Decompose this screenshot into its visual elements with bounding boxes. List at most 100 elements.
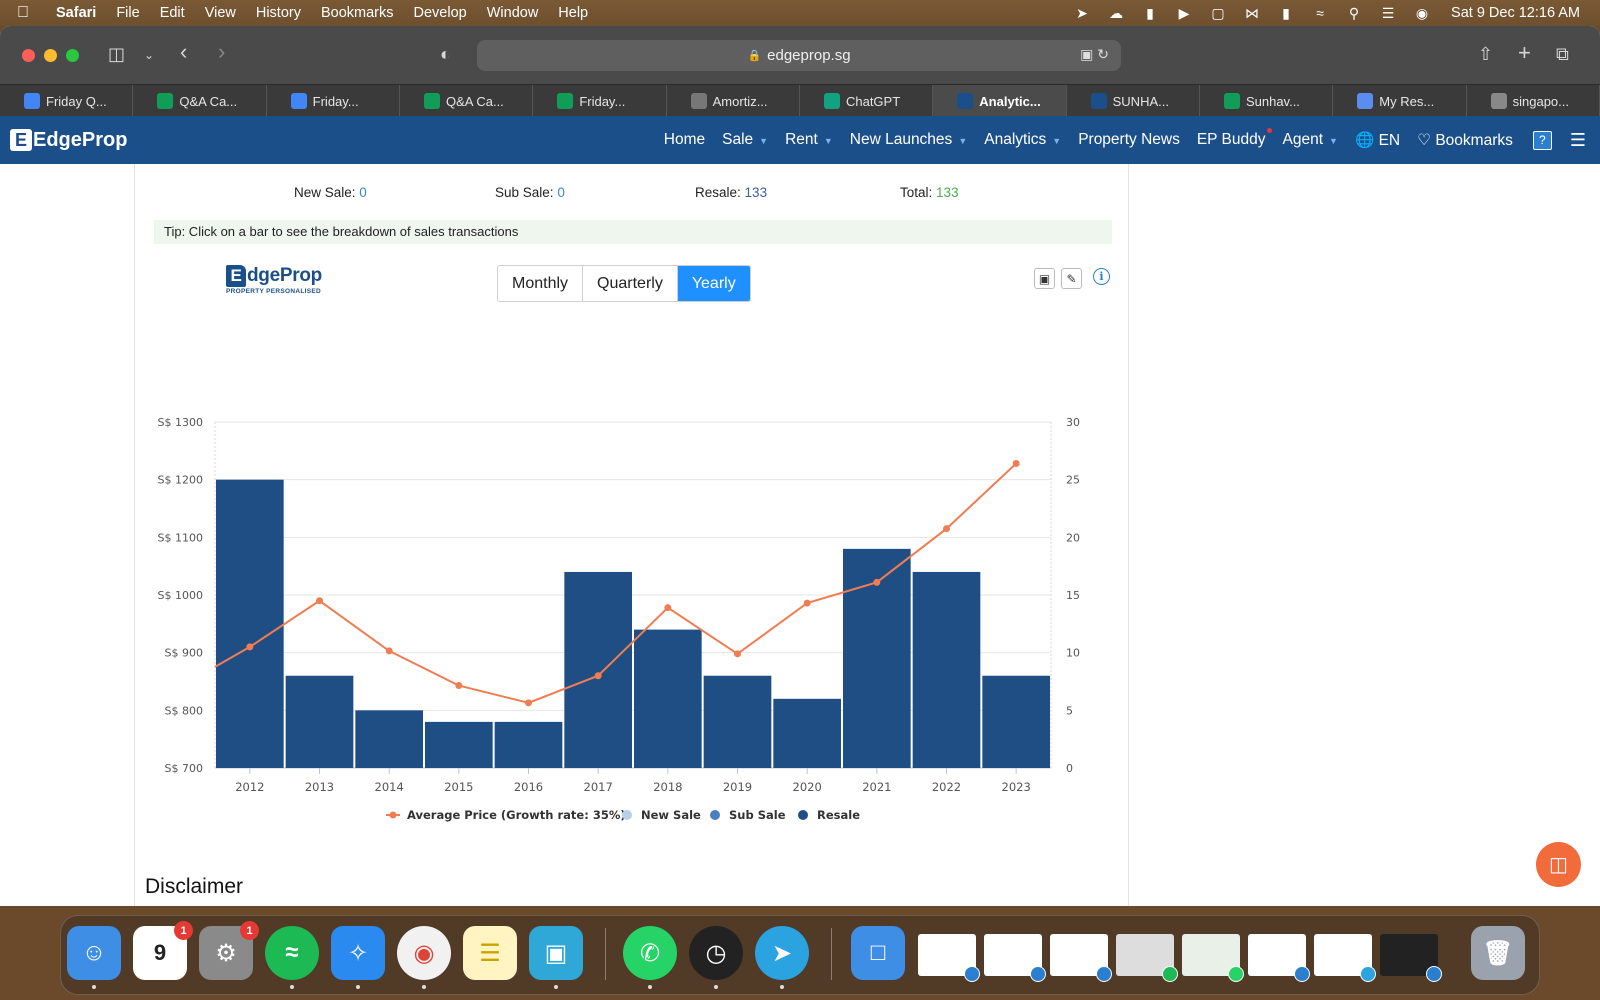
- clock-icon[interactable]: ◷: [689, 926, 743, 989]
- whatsapp-icon[interactable]: ✆: [623, 926, 677, 989]
- minimized-window-thumbnail[interactable]: [1380, 934, 1442, 982]
- forward-icon[interactable]: ›: [218, 39, 225, 65]
- edit-pencil-icon[interactable]: ✎: [1061, 268, 1082, 289]
- sidebar-toggle-icon[interactable]: ◫: [108, 44, 125, 65]
- info-icon[interactable]: i: [1093, 268, 1110, 285]
- nav-rent[interactable]: Rent ▼: [785, 131, 833, 149]
- input-source-icon[interactable]: ▢: [1201, 5, 1235, 22]
- nav-ep-buddy[interactable]: EP Buddy: [1197, 128, 1272, 149]
- bookmark-icon[interactable]: ▮: [1133, 5, 1167, 22]
- menu-view[interactable]: View: [195, 5, 246, 21]
- apple-menu-icon[interactable]: : [0, 4, 46, 22]
- menu-help[interactable]: Help: [548, 5, 598, 21]
- nav-bookmarks[interactable]: ♡ Bookmarks: [1417, 131, 1513, 150]
- minimized-window-thumbnail[interactable]: [1116, 934, 1178, 982]
- browser-tab[interactable]: Q&A Ca...: [400, 85, 534, 117]
- menu-app-name[interactable]: Safari: [46, 5, 106, 21]
- chart-bar[interactable]: [494, 721, 563, 768]
- creative-cloud-icon[interactable]: ☁: [1099, 5, 1133, 22]
- browser-tab[interactable]: Friday...: [533, 85, 667, 117]
- spotify-icon[interactable]: ≈: [265, 926, 319, 989]
- chart-bar[interactable]: [355, 710, 423, 768]
- chrome-icon[interactable]: ◉: [397, 926, 451, 989]
- siri-icon[interactable]: ◉: [1405, 5, 1439, 22]
- chart-bar[interactable]: [703, 675, 772, 768]
- chart-bar[interactable]: [982, 675, 1050, 768]
- minimized-window-thumbnail[interactable]: [1182, 934, 1244, 982]
- chart-bar[interactable]: [425, 721, 493, 768]
- browser-tab[interactable]: Friday Q...: [0, 85, 134, 117]
- period-monthly-button[interactable]: Monthly: [498, 266, 584, 301]
- minimized-window-thumbnail[interactable]: [984, 934, 1046, 982]
- help-icon[interactable]: ?: [1532, 130, 1552, 150]
- close-window-button[interactable]: [22, 48, 35, 62]
- finder-icon[interactable]: ☺: [67, 926, 121, 989]
- navigation-icon[interactable]: ➤: [1065, 5, 1099, 22]
- safari-icon[interactable]: ✧: [331, 926, 385, 989]
- calendar-icon[interactable]: 91: [133, 921, 193, 980]
- menu-bookmarks[interactable]: Bookmarks: [311, 5, 404, 21]
- share-icon[interactable]: ⇧: [1478, 44, 1493, 65]
- browser-tab[interactable]: Friday...: [267, 85, 400, 117]
- control-center-icon[interactable]: ☰: [1371, 5, 1405, 22]
- address-bar[interactable]: 🔒 edgeprop.sg ▣ ↻: [477, 40, 1121, 71]
- trash-icon[interactable]: 🗑: [1471, 926, 1525, 980]
- browser-tab[interactable]: Q&A Ca...: [133, 85, 267, 117]
- browser-tab[interactable]: SUNHA...: [1067, 85, 1200, 117]
- edgeprop-logo[interactable]: E EdgeProp: [10, 129, 127, 152]
- chart-bar[interactable]: [216, 479, 284, 768]
- minimize-window-button[interactable]: [44, 48, 57, 62]
- menu-file[interactable]: File: [106, 5, 149, 21]
- chart-bar[interactable]: [285, 675, 354, 768]
- menu-develop[interactable]: Develop: [404, 5, 477, 21]
- browser-tab-label: Q&A Ca...: [179, 93, 238, 109]
- minimized-window-thumbnail[interactable]: [1050, 934, 1112, 982]
- browser-tab[interactable]: singapo...: [1467, 85, 1600, 117]
- browser-tab[interactable]: Analytic...: [933, 85, 1067, 117]
- battery-icon[interactable]: ▮: [1269, 5, 1303, 22]
- chart-bar[interactable]: [634, 629, 702, 768]
- browser-tab[interactable]: ChatGPT: [800, 85, 934, 117]
- minimized-window-thumbnail[interactable]: [918, 934, 980, 982]
- chevron-down-icon[interactable]: ⌄: [144, 48, 154, 62]
- nav-analytics[interactable]: Analytics ▼: [984, 131, 1061, 149]
- play-icon[interactable]: ▶: [1167, 5, 1201, 22]
- back-icon[interactable]: ‹: [180, 39, 187, 65]
- chart-bar[interactable]: [912, 571, 981, 768]
- minimized-window-thumbnail[interactable]: [1248, 934, 1310, 982]
- nav-property-news[interactable]: Property News: [1078, 131, 1180, 149]
- stickies-icon[interactable]: ▣: [529, 926, 583, 989]
- tab-overview-icon[interactable]: ⧉: [1556, 44, 1569, 65]
- nav-agent[interactable]: Agent ▼: [1283, 131, 1338, 149]
- system-settings-icon[interactable]: ⚙ 1: [199, 921, 259, 980]
- telegram-icon[interactable]: ➤: [755, 926, 809, 989]
- nav-new-launches[interactable]: New Launches ▼: [850, 131, 967, 149]
- browser-tab[interactable]: Sunhav...: [1200, 85, 1334, 117]
- nav-sale[interactable]: Sale ▼: [722, 131, 768, 149]
- browser-tab[interactable]: Amortiz...: [667, 85, 800, 117]
- menu-edit[interactable]: Edit: [150, 5, 195, 21]
- chart-bar[interactable]: [773, 698, 841, 768]
- privacy-shield-icon[interactable]: ◐: [440, 44, 451, 65]
- period-yearly-button[interactable]: Yearly: [677, 266, 750, 301]
- browser-tab[interactable]: My Res...: [1333, 85, 1467, 117]
- minimized-window-thumbnail[interactable]: [1314, 934, 1376, 982]
- bluetooth-icon[interactable]: ⋈: [1235, 5, 1269, 22]
- menu-history[interactable]: History: [246, 5, 311, 21]
- nav-language[interactable]: 🌐 EN: [1355, 131, 1400, 150]
- nav-home[interactable]: Home: [664, 131, 705, 149]
- chart-bar[interactable]: [564, 571, 632, 768]
- downloads-folder-icon[interactable]: □: [851, 926, 905, 980]
- zoom-select-icon[interactable]: ▣: [1034, 268, 1055, 289]
- chat-support-button[interactable]: ◫: [1536, 842, 1581, 887]
- zoom-window-button[interactable]: [66, 48, 79, 62]
- menu-window[interactable]: Window: [477, 5, 549, 21]
- menubar-clock[interactable]: Sat 9 Dec 12:16 AM: [1439, 5, 1600, 21]
- new-tab-icon[interactable]: +: [1518, 40, 1531, 66]
- wifi-icon[interactable]: ≈: [1303, 5, 1337, 21]
- hamburger-menu-icon[interactable]: ☰: [1570, 130, 1586, 151]
- spotlight-search-icon[interactable]: ⚲: [1337, 5, 1371, 22]
- period-quarterly-button[interactable]: Quarterly: [583, 266, 678, 301]
- notes-icon[interactable]: ☰: [463, 926, 517, 980]
- translate-reload-icons[interactable]: ▣ ↻: [1080, 46, 1109, 63]
